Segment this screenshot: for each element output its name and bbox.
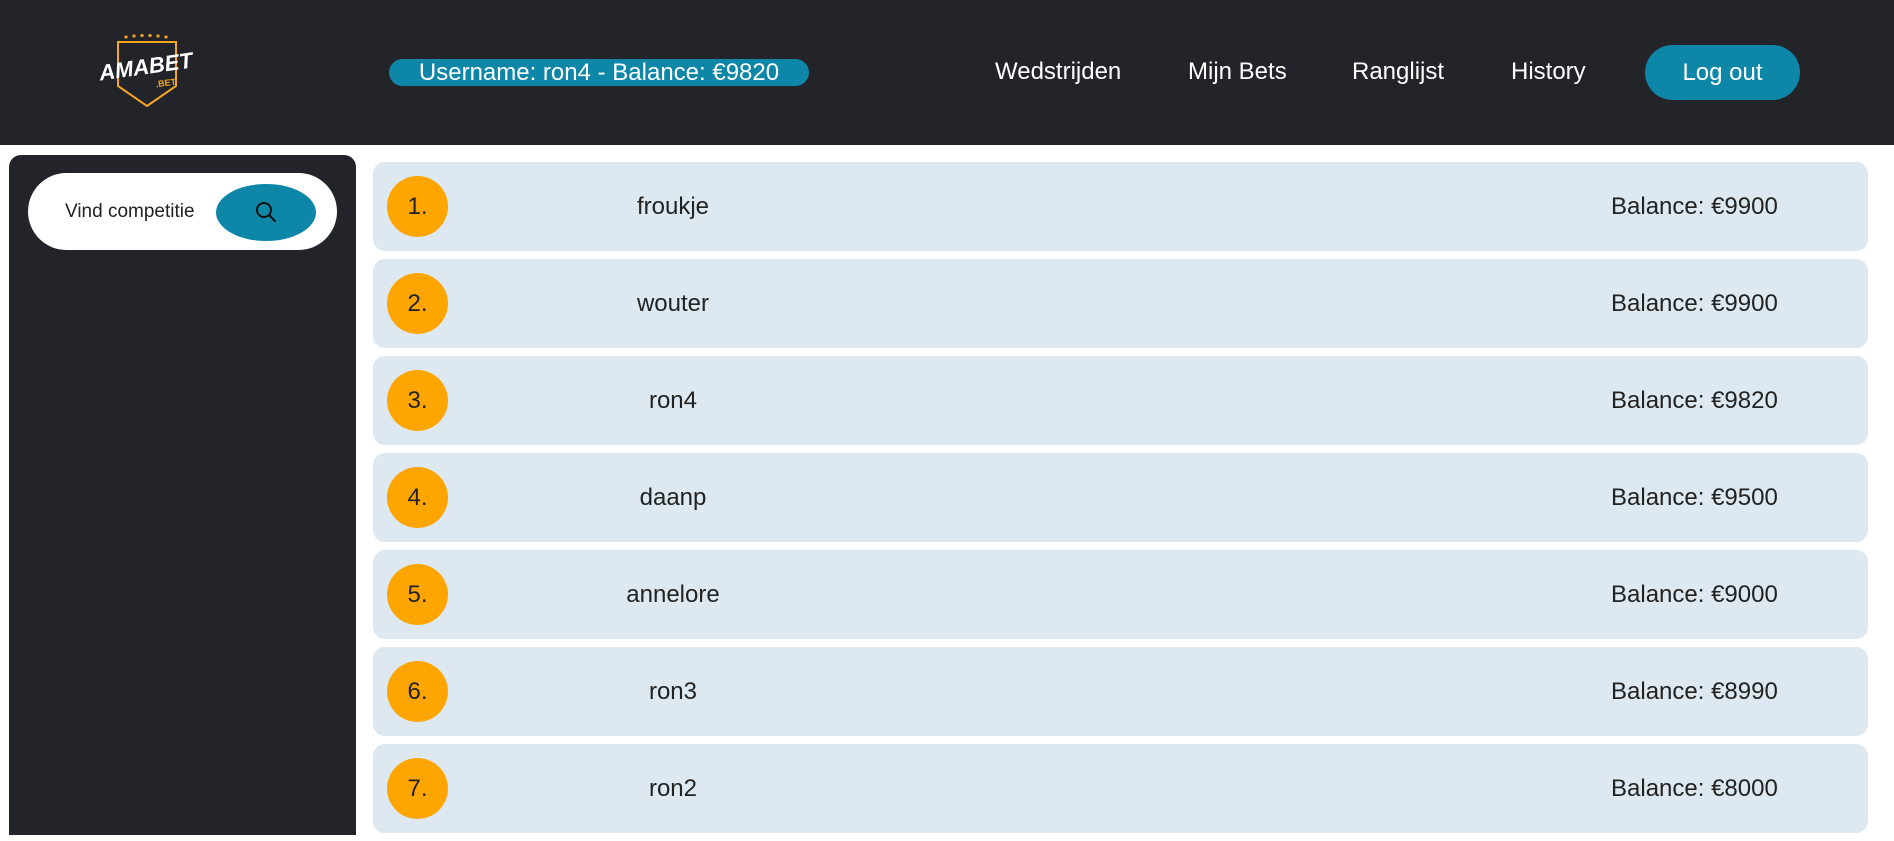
- nav-wedstrijden[interactable]: Wedstrijden: [995, 56, 1121, 88]
- nav-ranglijst[interactable]: Ranglijst: [1352, 56, 1444, 88]
- search-icon: [256, 202, 276, 222]
- rank-badge: 6.: [387, 661, 448, 722]
- player-balance: Balance: €8990: [1611, 678, 1778, 705]
- player-name: daanp: [639, 484, 707, 511]
- rank-badge: 5.: [387, 564, 448, 625]
- sidebar: Vind competitie: [9, 155, 356, 835]
- search-button[interactable]: [216, 184, 316, 241]
- player-balance: Balance: €9900: [1611, 193, 1778, 220]
- leaderboard-row: 4. daanp Balance: €9500: [373, 453, 1868, 542]
- leaderboard-row: 3. ron4 Balance: €9820: [373, 356, 1868, 445]
- user-balance-badge: Username: ron4 - Balance: €9820: [389, 59, 809, 86]
- player-name: ron3: [648, 678, 698, 705]
- leaderboard-row: 5. annelore Balance: €9000: [373, 550, 1868, 639]
- amabet-logo[interactable]: AMABET .BET: [96, 28, 200, 110]
- competition-search[interactable]: Vind competitie: [28, 173, 337, 250]
- leaderboard-list: 1. froukje Balance: €9900 2. wouter Bala…: [373, 162, 1868, 841]
- rank-badge: 3.: [387, 370, 448, 431]
- svg-text:AMABET: AMABET: [96, 47, 195, 85]
- player-balance: Balance: €9000: [1611, 581, 1778, 608]
- top-navbar: AMABET .BET Username: ron4 - Balance: €9…: [0, 0, 1894, 145]
- player-balance: Balance: €9500: [1611, 484, 1778, 511]
- logout-button[interactable]: Log out: [1645, 45, 1800, 100]
- player-name: annelore: [626, 581, 720, 608]
- player-balance: Balance: €8000: [1611, 775, 1778, 802]
- rank-badge: 4.: [387, 467, 448, 528]
- leaderboard-row: 7. ron2 Balance: €8000: [373, 744, 1868, 833]
- player-name: wouter: [636, 290, 710, 317]
- player-balance: Balance: €9820: [1611, 387, 1778, 414]
- player-balance: Balance: €9900: [1611, 290, 1778, 317]
- leaderboard-row: 2. wouter Balance: €9900: [373, 259, 1868, 348]
- leaderboard-row: 1. froukje Balance: €9900: [373, 162, 1868, 251]
- player-name: ron4: [648, 387, 698, 414]
- nav-mijn-bets[interactable]: Mijn Bets: [1188, 56, 1287, 88]
- search-label: Vind competitie: [65, 201, 195, 222]
- leaderboard-row: 6. ron3 Balance: €8990: [373, 647, 1868, 736]
- player-name: froukje: [636, 193, 710, 220]
- rank-badge: 7.: [387, 758, 448, 819]
- player-name: ron2: [648, 775, 698, 802]
- rank-badge: 2.: [387, 273, 448, 334]
- nav-history[interactable]: History: [1511, 56, 1586, 88]
- amabet-shield-logo-icon: AMABET .BET: [96, 33, 196, 108]
- rank-badge: 1.: [387, 176, 448, 237]
